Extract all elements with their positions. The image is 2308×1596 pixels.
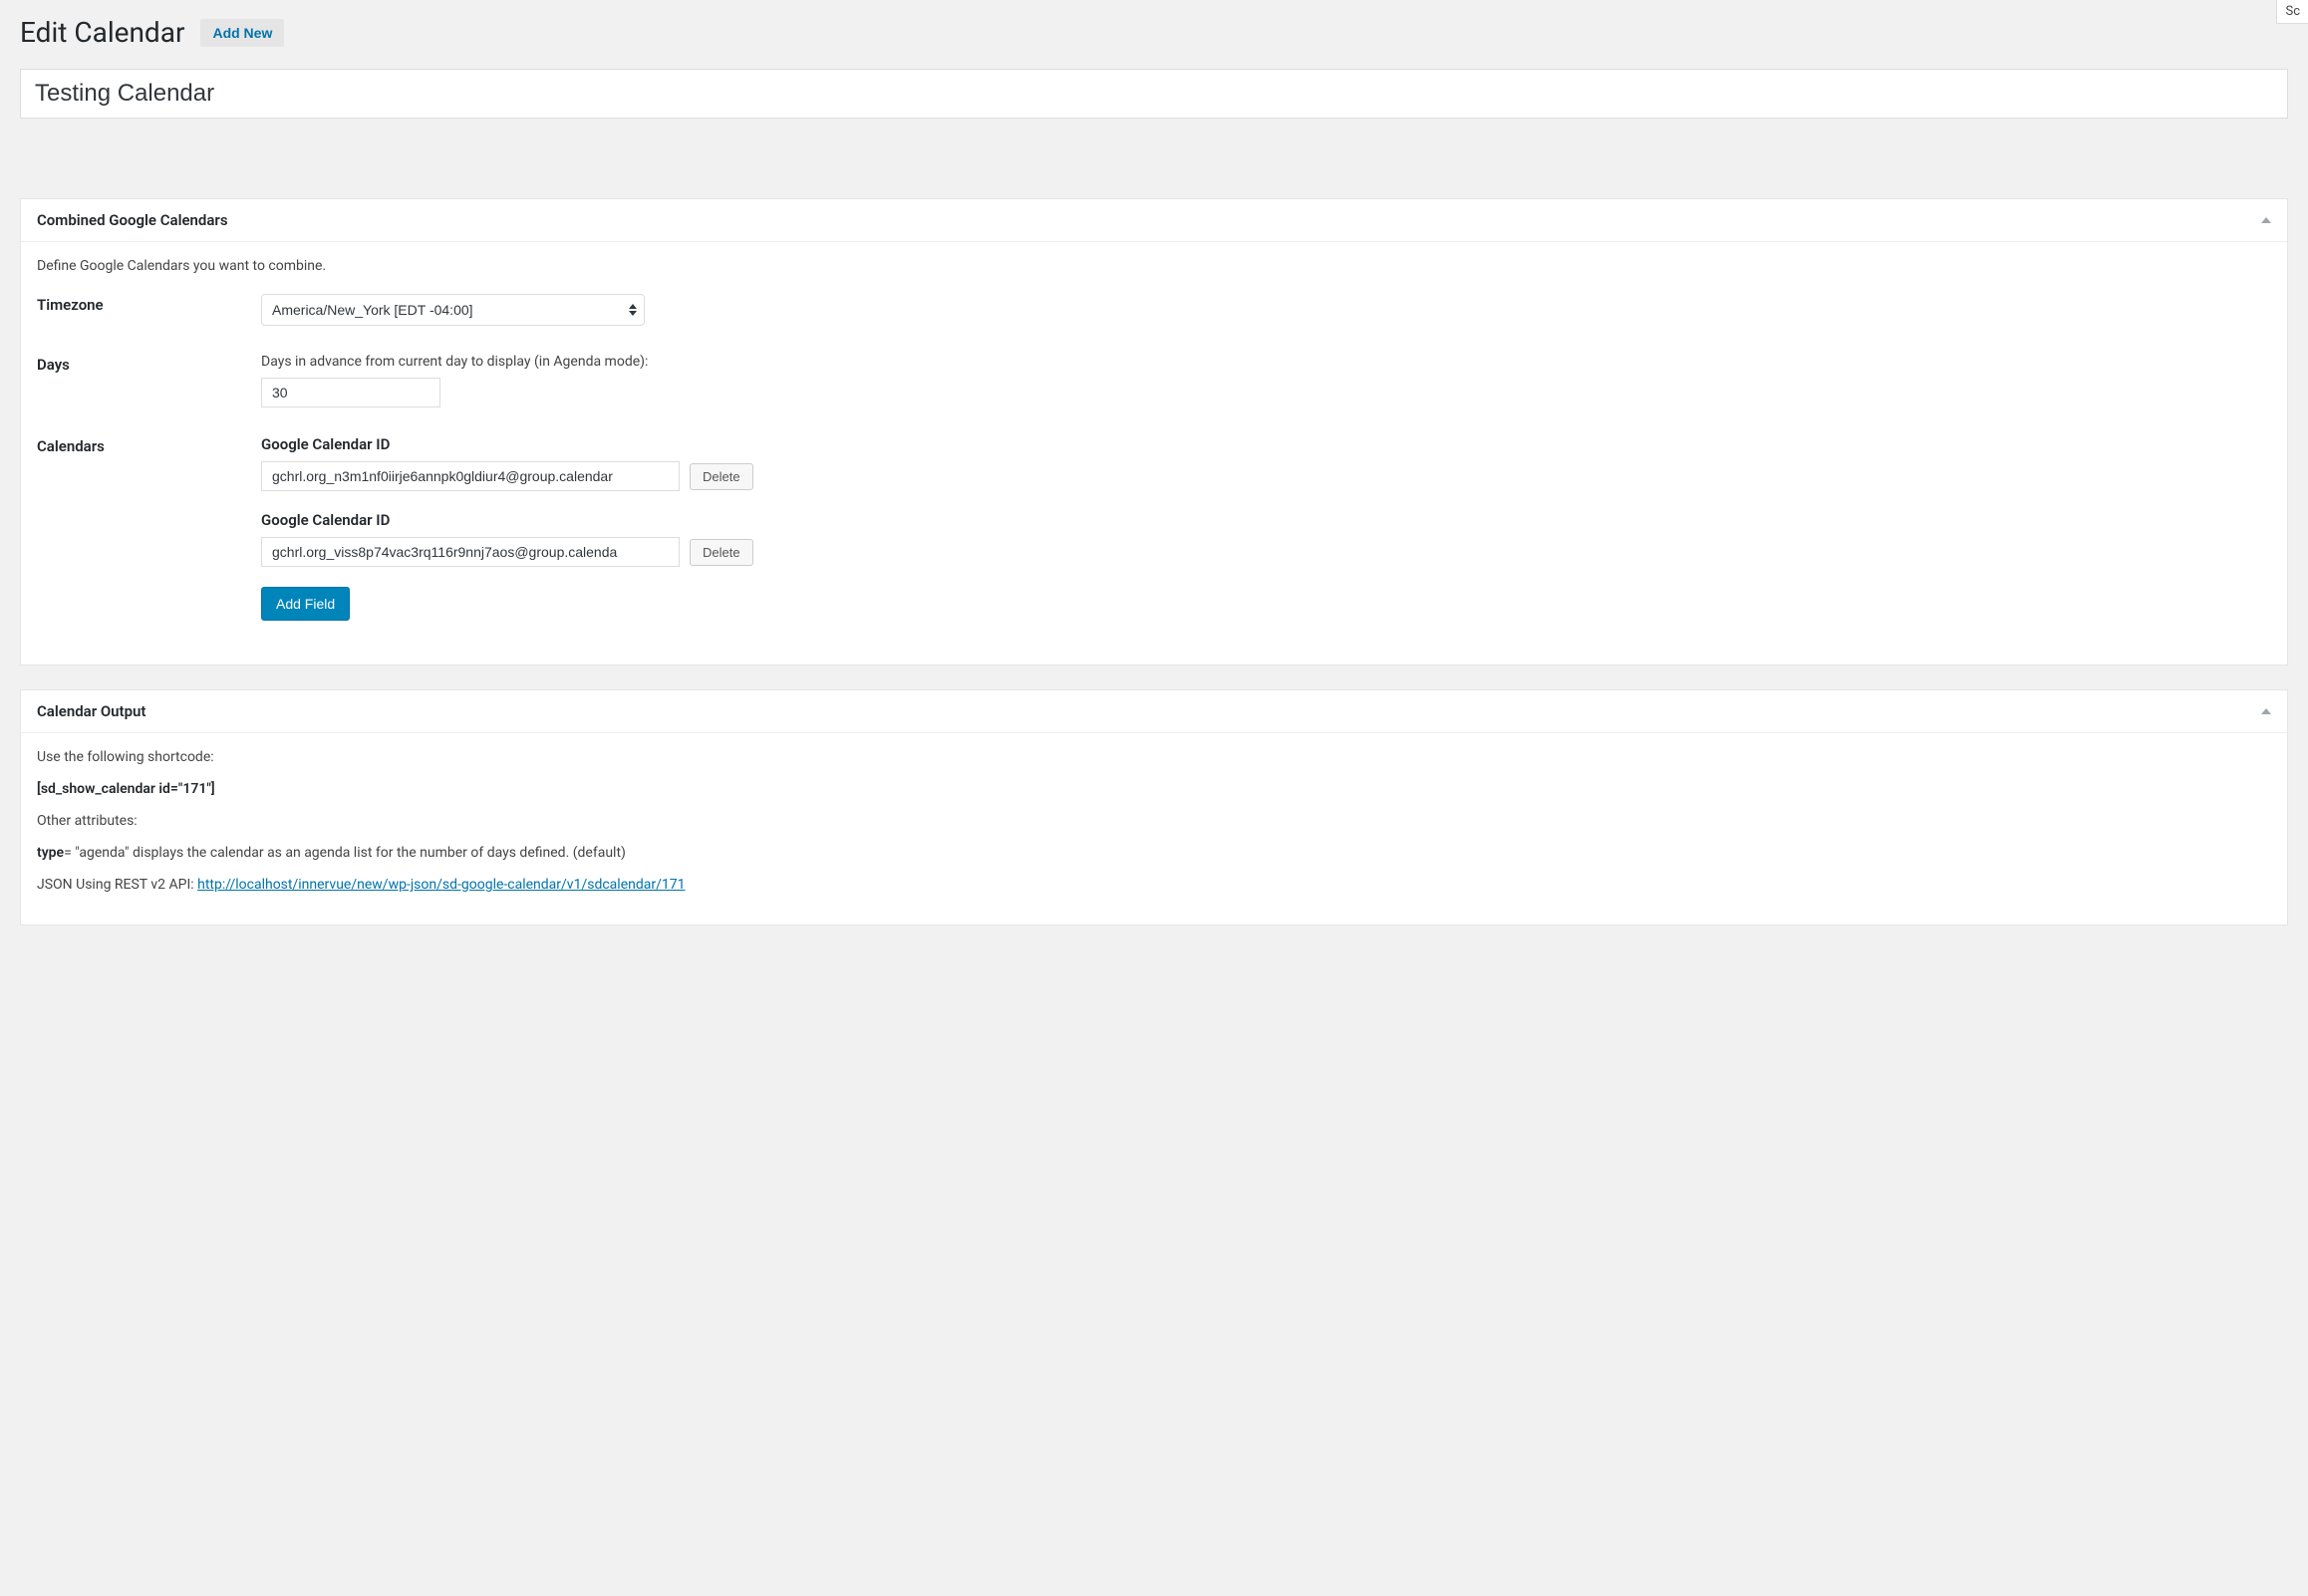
add-new-button[interactable]: Add New xyxy=(200,19,284,47)
timezone-label: Timezone xyxy=(37,294,261,326)
combined-calendars-body: Define Google Calendars you want to comb… xyxy=(21,242,2287,665)
days-help-text: Days in advance from current day to disp… xyxy=(261,354,2271,370)
days-row: Days Days in advance from current day to… xyxy=(37,354,2271,407)
add-field-button[interactable]: Add Field xyxy=(261,587,350,621)
calendar-entry: Google Calendar ID Delete xyxy=(261,435,2271,491)
json-api-link[interactable]: http://localhost/innervue/new/wp-json/sd… xyxy=(197,877,685,893)
delete-calendar-button[interactable]: Delete xyxy=(690,539,753,566)
calendar-output-box: Calendar Output Use the following shortc… xyxy=(20,689,2288,926)
page-title: Edit Calendar xyxy=(20,16,184,49)
collapse-icon[interactable] xyxy=(2261,708,2271,714)
calendar-title-input[interactable] xyxy=(20,69,2288,119)
calendar-id-label: Google Calendar ID xyxy=(261,511,2271,529)
json-api-label: JSON Using REST v2 API: xyxy=(37,877,197,893)
combined-calendars-header[interactable]: Combined Google Calendars xyxy=(21,199,2287,242)
days-input[interactable] xyxy=(261,378,440,407)
calendar-entry: Google Calendar ID Delete xyxy=(261,511,2271,567)
timezone-select[interactable]: America/New_York [EDT -04:00] xyxy=(261,294,645,326)
json-api-line: JSON Using REST v2 API: http://localhost… xyxy=(37,877,2271,893)
timezone-row: Timezone America/New_York [EDT -04:00] xyxy=(37,294,2271,326)
combined-calendars-title: Combined Google Calendars xyxy=(37,211,228,229)
calendar-output-header[interactable]: Calendar Output xyxy=(21,690,2287,733)
calendars-label: Calendars xyxy=(37,435,261,621)
shortcode-intro: Use the following shortcode: xyxy=(37,749,2271,765)
calendar-id-input[interactable] xyxy=(261,461,680,491)
combined-description: Define Google Calendars you want to comb… xyxy=(37,258,2271,274)
calendar-output-body: Use the following shortcode: [sd_show_ca… xyxy=(21,733,2287,925)
type-label: type xyxy=(37,845,64,861)
calendar-id-input[interactable] xyxy=(261,537,680,567)
type-attribute-line: type = "agenda" displays the calendar as… xyxy=(37,845,2271,861)
shortcode-text: [sd_show_calendar id="171"] xyxy=(37,781,2271,797)
type-description: = "agenda" displays the calendar as an a… xyxy=(64,845,626,861)
combined-calendars-box: Combined Google Calendars Define Google … xyxy=(20,198,2288,665)
calendars-row: Calendars Google Calendar ID Delete Goog… xyxy=(37,435,2271,621)
calendar-output-title: Calendar Output xyxy=(37,702,145,720)
page-header: Edit Calendar Add New xyxy=(20,16,2288,49)
collapse-icon[interactable] xyxy=(2261,217,2271,223)
screen-options-tab[interactable]: Sc xyxy=(2276,0,2308,24)
other-attributes-label: Other attributes: xyxy=(37,813,2271,829)
delete-calendar-button[interactable]: Delete xyxy=(690,463,753,490)
days-label: Days xyxy=(37,354,261,407)
calendar-id-label: Google Calendar ID xyxy=(261,435,2271,453)
